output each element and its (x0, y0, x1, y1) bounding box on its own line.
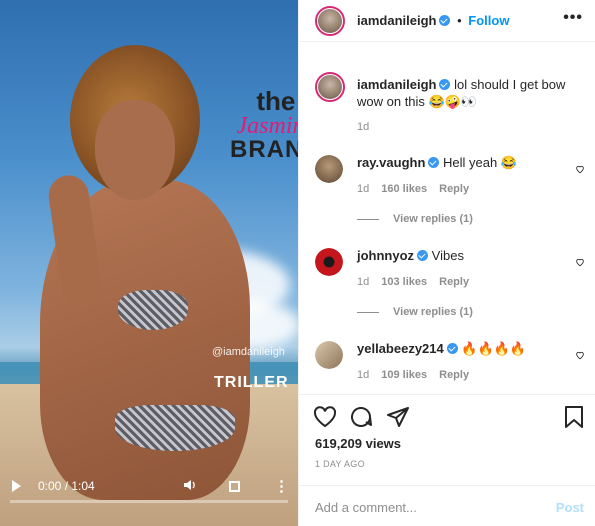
person-face (95, 100, 175, 200)
comment-username[interactable]: johnnyoz (357, 248, 414, 263)
verified-icon (417, 250, 429, 261)
comment-avatar[interactable] (315, 155, 343, 183)
comment-meta: 1d 103 likes Reply (357, 276, 481, 288)
avatar-fill (315, 248, 343, 276)
view-replies-button[interactable]: View replies (1) (357, 306, 473, 318)
comment-text: Hell yeah 😂 (443, 155, 518, 170)
comment-age: 1d (357, 276, 370, 288)
comment-likes[interactable]: 160 likes (381, 183, 427, 195)
comment-input[interactable]: Add a comment... (315, 500, 417, 515)
bookmark-icon[interactable] (564, 405, 584, 429)
caption: iamdanileigh lol should I get bow wow on… (357, 76, 583, 110)
post-header: iamdanileigh • Follow ••• (299, 0, 595, 42)
watermark-logo: the Jasmine BRAND (230, 88, 298, 162)
comment-age: 1d (357, 183, 370, 195)
like-comment-icon[interactable] (575, 257, 585, 267)
add-comment-bar: Add a comment... Post (299, 485, 595, 526)
author-username[interactable]: iamdanileigh (357, 13, 436, 28)
separator-dot: • (457, 13, 462, 28)
watermark-jasmine: Jasmine (236, 113, 299, 139)
comment-username[interactable]: yellabeezy214 (357, 341, 444, 356)
more-vertical-icon[interactable]: ⋮ (274, 479, 289, 494)
like-comment-icon[interactable] (575, 350, 585, 360)
verified-icon (446, 343, 458, 354)
comment-likes[interactable]: 103 likes (381, 276, 427, 288)
comment-age: 1d (357, 369, 370, 381)
comment-3: yellabeezy214 🔥🔥🔥🔥 (357, 341, 526, 357)
more-options-icon[interactable]: ••• (563, 9, 583, 27)
comment-text: Vibes (431, 248, 464, 263)
triller-logo: TRILLER (214, 374, 289, 391)
bikini-bottom (115, 405, 235, 451)
share-icon[interactable] (386, 405, 410, 429)
replies-line (357, 311, 379, 313)
video-progress-bar[interactable] (10, 500, 288, 503)
watermark-brand: BRAND (230, 136, 298, 163)
reply-button[interactable]: Reply (439, 183, 469, 195)
verified-icon (428, 157, 440, 168)
comment-username[interactable]: ray.vaughn (357, 155, 425, 170)
video-time: 0:00 / 1:04 (38, 479, 95, 493)
watermark-the: the (256, 86, 296, 116)
comment-avatar[interactable] (315, 341, 343, 369)
post-time: 1 DAY AGO (315, 459, 365, 469)
reply-button[interactable]: Reply (439, 369, 469, 381)
like-comment-icon[interactable] (575, 164, 585, 174)
view-replies-text: View replies (1) (393, 213, 473, 225)
follow-button[interactable]: Follow (468, 13, 509, 28)
post-button[interactable]: Post (556, 500, 584, 515)
handle-overlay: @iamdanileigh (212, 346, 285, 358)
post-actions: 619,209 views 1 DAY AGO Add a comment...… (299, 394, 595, 526)
volume-icon[interactable] (184, 478, 198, 494)
video-player[interactable]: the Jasmine BRAND @iamdanileigh TRILLER … (0, 0, 298, 526)
avatar-fill (315, 341, 343, 369)
avatar-fill (315, 155, 343, 183)
caption-age: 1d (357, 121, 370, 133)
comment-icon[interactable] (349, 405, 373, 429)
replies-line (357, 218, 379, 220)
comment-likes[interactable]: 109 likes (381, 369, 427, 381)
comment-meta: 1d 160 likes Reply (357, 183, 481, 195)
comment-text: 🔥🔥🔥🔥 (461, 341, 527, 356)
verified-icon (439, 79, 451, 90)
fullscreen-icon[interactable] (229, 480, 240, 492)
comment-meta: 1d 109 likes Reply (357, 369, 481, 381)
reply-button[interactable]: Reply (439, 276, 469, 288)
author-avatar[interactable] (315, 6, 345, 36)
comment-avatar[interactable] (315, 248, 343, 276)
bikini-top (118, 290, 188, 330)
views-count[interactable]: 619,209 views (315, 436, 401, 451)
verified-icon (439, 15, 451, 26)
video-controls: 0:00 / 1:04 ⋮ (0, 476, 298, 496)
comment-2: johnnyoz Vibes (357, 248, 464, 263)
like-icon[interactable] (313, 406, 337, 428)
view-replies-text: View replies (1) (393, 306, 473, 318)
header-author: iamdanileigh • Follow (357, 13, 509, 28)
view-replies-button[interactable]: View replies (1) (357, 213, 473, 225)
caption-avatar[interactable] (315, 72, 345, 102)
post-panel: iamdanileigh • Follow ••• iamdanileigh l… (298, 0, 595, 526)
comment-1: ray.vaughn Hell yeah 😂 (357, 155, 517, 171)
caption-username[interactable]: iamdanileigh (357, 77, 436, 92)
play-icon[interactable] (12, 480, 21, 492)
